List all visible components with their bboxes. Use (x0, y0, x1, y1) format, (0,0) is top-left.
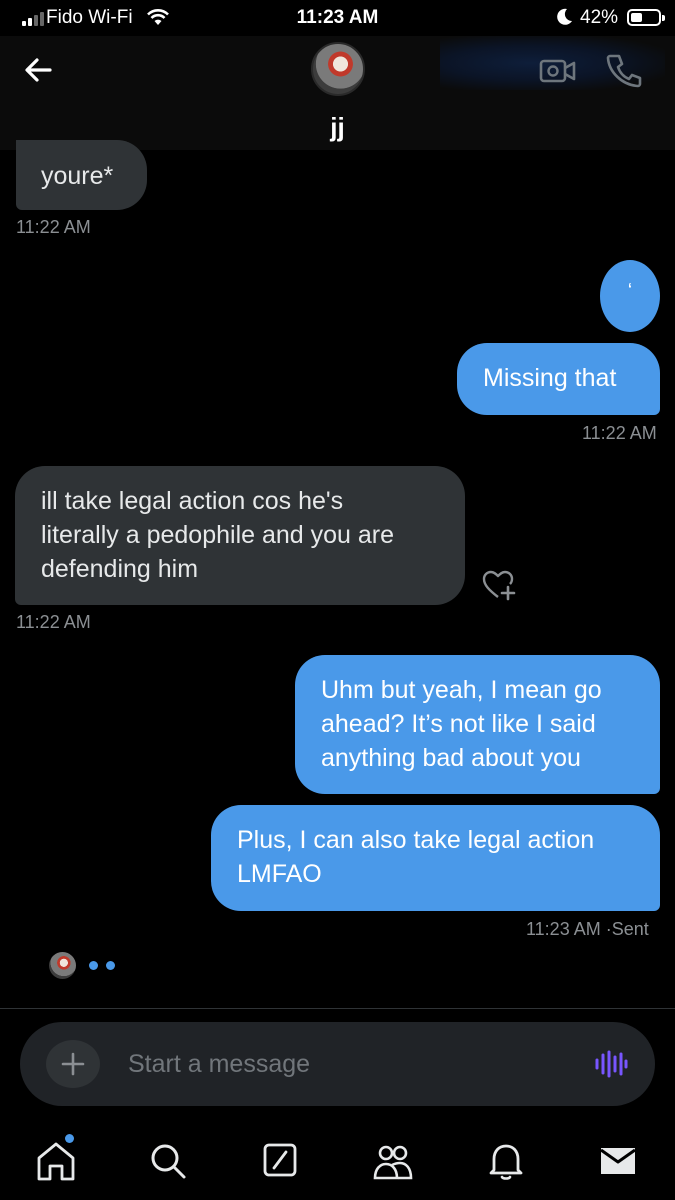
back-arrow-icon (25, 58, 52, 82)
nav-notifications[interactable] (481, 1136, 531, 1186)
message-input[interactable] (128, 1022, 568, 1106)
do-not-disturb-moon-icon (555, 7, 573, 33)
video-call-button[interactable] (538, 53, 578, 92)
message-timestamp: 11:22 AM (582, 423, 657, 443)
contact-avatar[interactable] (311, 42, 365, 96)
received-message[interactable]: ill take legal action cos he's literally… (15, 466, 465, 605)
search-icon (151, 1144, 186, 1179)
received-message[interactable]: youre* (16, 140, 147, 210)
envelope-icon (600, 1148, 636, 1174)
typing-indicator-avatar (49, 952, 76, 979)
back-button[interactable] (20, 52, 60, 88)
nav-communities[interactable] (368, 1136, 418, 1186)
compose-icon (263, 1143, 297, 1177)
unread-dot (65, 1134, 74, 1143)
bell-icon (489, 1144, 523, 1180)
phone-call-icon (606, 54, 642, 88)
sent-message[interactable]: ‘ (600, 260, 660, 332)
bottom-navigation (0, 1120, 675, 1200)
nav-messages[interactable] (593, 1136, 643, 1186)
typing-dot (89, 961, 98, 970)
video-call-icon (539, 59, 576, 83)
home-icon (37, 1142, 75, 1181)
phone-call-button[interactable] (604, 52, 644, 93)
battery-percent: 42% (580, 7, 619, 28)
message-timestamp-status: 11:23 AM ·Sent (526, 919, 649, 939)
status-bar: Fido Wi-Fi 11:23 AM 42% (0, 0, 675, 36)
conversation-header: jj (0, 36, 675, 150)
nav-home[interactable] (31, 1136, 81, 1186)
add-reaction-heart-icon[interactable] (481, 569, 517, 608)
message-composer (20, 1022, 655, 1106)
divider (0, 1008, 675, 1009)
typing-dot (106, 961, 115, 970)
sent-message[interactable]: Plus, I can also take legal action LMFAO (211, 805, 660, 911)
communities-icon (373, 1145, 413, 1180)
voice-message-button[interactable] (594, 1050, 628, 1083)
plus-icon (61, 1052, 85, 1076)
contact-name[interactable]: jj (0, 112, 675, 143)
sent-message[interactable]: Uhm but yeah, I mean go ahead? It’s not … (295, 655, 660, 794)
voice-message-icon (595, 1050, 628, 1078)
message-timestamp: 11:22 AM (16, 217, 91, 237)
message-timestamp: 11:22 AM (16, 612, 91, 632)
sent-message[interactable]: Missing that (457, 343, 660, 415)
nav-search[interactable] (143, 1136, 193, 1186)
add-media-button[interactable] (46, 1040, 100, 1088)
status-time: 11:23 AM (296, 7, 379, 28)
nav-compose[interactable] (255, 1136, 305, 1186)
battery-icon (627, 9, 665, 26)
